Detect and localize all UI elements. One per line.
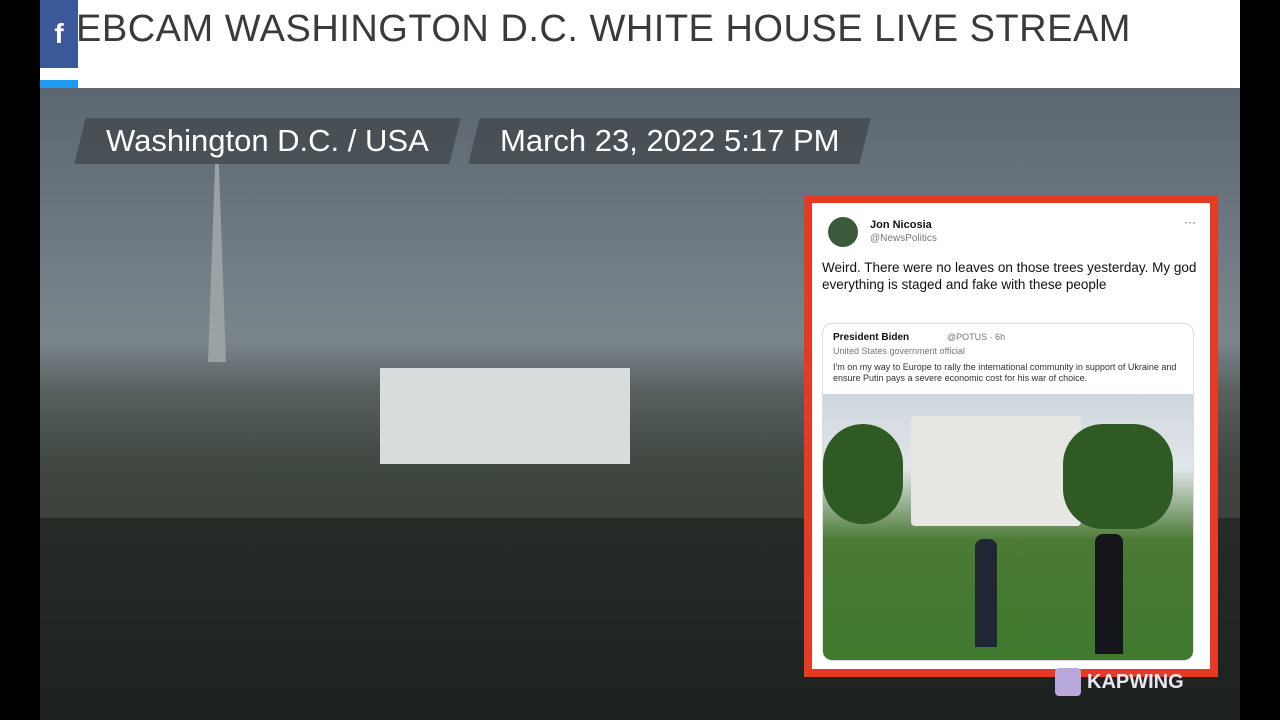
watermark: KAPWING <box>1055 668 1184 696</box>
quoted-tweet: President Biden @POTUS · 6h United State… <box>822 323 1194 661</box>
marine-guard <box>1095 534 1123 654</box>
trees-right <box>1063 424 1173 529</box>
saluting-person <box>975 539 997 647</box>
facebook-icon: f <box>54 18 64 49</box>
tweet-screenshot-frame: Jon Nicosia @NewsPolitics ··· Weird. The… <box>804 195 1218 677</box>
tweet-text: Weird. There were no leaves on those tre… <box>822 260 1197 292</box>
left-letterbox <box>0 0 40 720</box>
tweet-card: Jon Nicosia @NewsPolitics ··· Weird. The… <box>812 203 1210 669</box>
right-letterbox <box>1240 0 1280 720</box>
kapwing-logo-icon <box>1055 668 1081 696</box>
white-house-building <box>380 368 630 464</box>
tweet-author: Jon Nicosia <box>870 219 932 231</box>
tweet-header: Jon Nicosia @NewsPolitics ··· <box>822 209 1200 249</box>
video-page: EBCAM WASHINGTON D.C. WHITE HOUSE LIVE S… <box>40 0 1240 720</box>
quoted-author: President Biden <box>833 332 910 343</box>
white-house-photo <box>823 394 1193 660</box>
avatar <box>828 217 858 247</box>
white-house-building <box>911 416 1081 526</box>
quoted-handle: @POTUS · 6h <box>947 332 1006 342</box>
datetime-badge: March 23, 2022 5:17 PM <box>468 118 872 164</box>
page-title: EBCAM WASHINGTON D.C. WHITE HOUSE LIVE S… <box>76 8 1131 50</box>
government-label: United States government official <box>833 346 965 356</box>
tweet-handle: @NewsPolitics <box>870 233 937 244</box>
trees-left <box>823 424 903 524</box>
quoted-text: I'm on my way to Europe to rally the int… <box>833 362 1177 383</box>
location-badge: Washington D.C. / USA <box>74 118 461 164</box>
washington-monument <box>208 162 226 362</box>
facebook-share-button[interactable]: f <box>40 0 78 68</box>
more-options-icon: ··· <box>1184 215 1196 229</box>
